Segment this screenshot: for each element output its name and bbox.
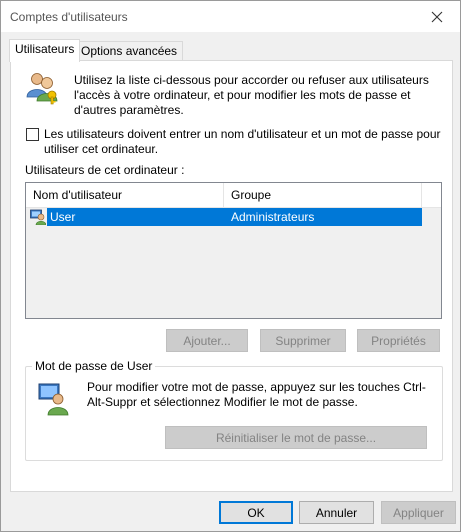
user-accounts-dialog: Comptes d'utilisateurs Utilisateurs Opti… xyxy=(0,0,461,532)
tab-users[interactable]: Utilisateurs xyxy=(9,39,81,62)
properties-button[interactable]: Propriétés xyxy=(357,329,440,352)
users-list-label: Utilisateurs de cet ordinateur : xyxy=(25,163,185,177)
tab-panel-users: Utilisez la liste ci-dessous pour accord… xyxy=(10,60,453,492)
require-login-row: Les utilisateurs doivent entrer un nom d… xyxy=(26,127,446,157)
reset-password-button[interactable]: Réinitialiser le mot de passe... xyxy=(165,426,427,449)
password-group-legend: Mot de passe de User xyxy=(32,359,156,373)
column-header-group[interactable]: Groupe xyxy=(224,183,422,207)
require-login-checkbox[interactable] xyxy=(26,128,39,141)
user-computer-icon xyxy=(38,383,69,416)
window-title: Comptes d'utilisateurs xyxy=(10,10,128,24)
password-groupbox: Mot de passe de User Pour modifier votre… xyxy=(25,359,443,461)
cancel-button[interactable]: Annuler xyxy=(299,501,374,524)
cell-username: User xyxy=(50,210,76,224)
column-header-username[interactable]: Nom d'utilisateur xyxy=(26,183,224,207)
add-user-button[interactable]: Ajouter... xyxy=(166,329,248,352)
users-listview[interactable]: Nom d'utilisateur Groupe User Administra… xyxy=(25,182,442,319)
close-button[interactable] xyxy=(414,1,460,32)
remove-user-button[interactable]: Supprimer xyxy=(260,329,346,352)
tab-advanced-options[interactable]: Options avancées xyxy=(75,41,184,61)
users-icon xyxy=(26,73,58,105)
listview-header: Nom d'utilisateur Groupe xyxy=(26,183,441,208)
title-bar: Comptes d'utilisateurs xyxy=(1,1,460,32)
cell-group: Administrateurs xyxy=(231,210,315,224)
require-login-label[interactable]: Les utilisateurs doivent entrer un nom d… xyxy=(44,127,446,157)
password-instructions: Pour modifier votre mot de passe, appuye… xyxy=(87,380,426,409)
table-row[interactable]: User Administrateurs xyxy=(26,208,422,226)
ok-button[interactable]: OK xyxy=(219,501,293,524)
intro-text: Utilisez la liste ci-dessous pour accord… xyxy=(74,73,429,117)
apply-button[interactable]: Appliquer xyxy=(381,501,456,524)
close-icon xyxy=(431,11,443,22)
user-account-icon xyxy=(30,209,46,225)
